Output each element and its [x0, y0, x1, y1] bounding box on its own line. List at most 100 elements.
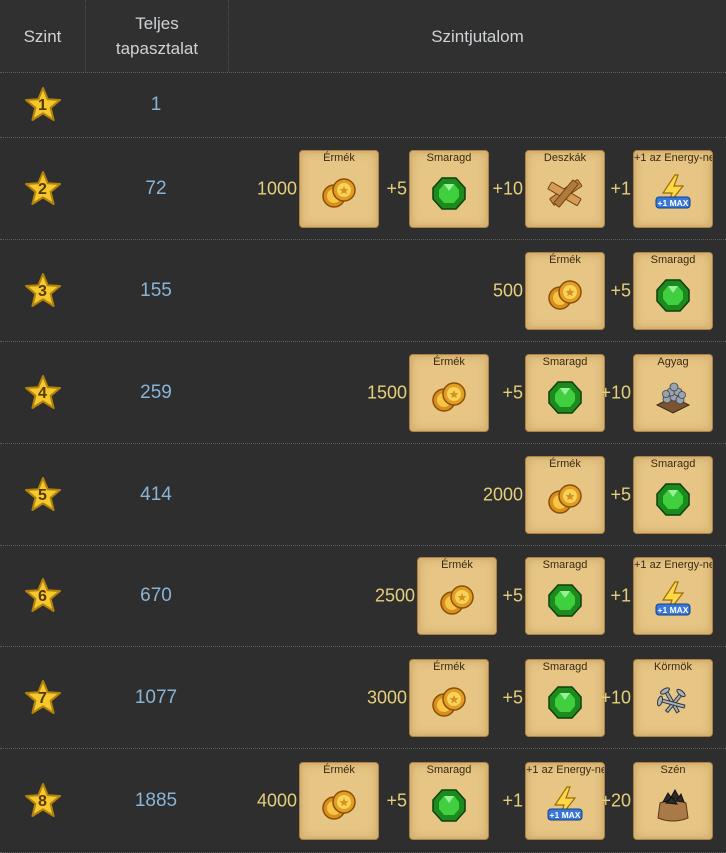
- total-xp-value: 1: [150, 94, 162, 115]
- reward-label: Smaragd: [426, 151, 472, 164]
- reward-amount: +20: [600, 790, 631, 810]
- reward-amount: +5: [610, 280, 631, 300]
- reward-cell: 3000 Érmék +5 Smaragd +10 Körmök: [227, 647, 726, 748]
- star-icon: 8: [24, 782, 62, 820]
- reward-label: Körmök: [654, 660, 692, 673]
- table-body: 1 1 2 72 1000 Érmék +5 Smaragd +10 Deszkák +1 +1 az…: [0, 73, 726, 853]
- star-icon: 2: [24, 170, 62, 208]
- reward-amount: +5: [386, 790, 407, 810]
- nails-icon: [653, 682, 693, 722]
- reward-cell: 1000 Érmék +5 Smaragd +10 Deszkák +1 +1 az Ener…: [227, 138, 726, 239]
- reward-label: Smaragd: [650, 253, 696, 266]
- total-xp-value: 259: [140, 381, 172, 403]
- reward-label: Deszkák: [543, 151, 587, 164]
- level-cell: 3: [0, 272, 85, 310]
- level-cell: 2: [0, 170, 85, 208]
- reward-label: Érmék: [549, 253, 581, 266]
- reward-card[interactable]: +1 az Energy-nek +1 MAX: [633, 557, 713, 635]
- level-cell: 4: [0, 374, 85, 412]
- reward-card[interactable]: Körmök: [633, 658, 713, 737]
- energy-max-icon: +1 MAX: [653, 580, 693, 620]
- level-rewards-table: Szint Teljes tapasztalat Szintjutalom 112…: [0, 0, 726, 853]
- table-row: 4 259 1500 Érmék +5 Smaragd +10 Agyag: [0, 342, 726, 444]
- reward-label: Érmék: [323, 151, 355, 164]
- reward-amount: 3000: [366, 687, 407, 707]
- reward-amount: 500: [492, 280, 523, 300]
- level-cell: 8: [0, 782, 85, 820]
- reward-amount: +1: [610, 585, 631, 606]
- reward-label: Érmék: [323, 763, 355, 776]
- star-icon: 6: [24, 577, 62, 615]
- total-xp-value: 72: [145, 177, 167, 199]
- reward-amount: +10: [600, 382, 631, 402]
- reward-cell: 4000 Érmék +5 Smaragd +1 +1 az Energy-nek +1 M…: [227, 749, 726, 852]
- level-number: 4: [38, 384, 47, 402]
- reward-amount: +1: [610, 178, 631, 198]
- reward-label: Smaragd: [426, 763, 472, 776]
- coal-sack-icon: [653, 785, 693, 825]
- total-xp-value: 155: [140, 279, 172, 301]
- reward-card[interactable]: Smaragd: [633, 455, 713, 534]
- reward-label: Érmék: [433, 660, 465, 673]
- reward-amount: +5: [502, 382, 523, 402]
- total-xp-value: 414: [140, 483, 172, 505]
- header-xp-line2: tapasztalat: [115, 39, 199, 58]
- header-xp-line1: Teljes: [135, 14, 179, 33]
- reward-card[interactable]: Agyag: [633, 353, 713, 432]
- header-level: Szint: [0, 0, 86, 72]
- level-cell: 6: [0, 577, 85, 615]
- reward-label: +1 az Energy-nek: [526, 763, 605, 776]
- star-icon: 7: [24, 679, 62, 717]
- svg-text:+1 MAX: +1 MAX: [550, 810, 581, 820]
- level-number: 8: [38, 792, 47, 810]
- reward-card[interactable]: Smaragd: [633, 251, 713, 330]
- reward-label: Smaragd: [542, 559, 588, 571]
- reward-cell: 2000 Érmék +5 Smaragd: [227, 444, 726, 545]
- reward-cell: 2500 Érmék +5 Smaragd +1 +1 az Energy-nek +1 M…: [227, 546, 726, 646]
- reward-card[interactable]: +1 az Energy-nek +1 MAX: [633, 149, 713, 228]
- reward-label: Szén: [660, 763, 686, 776]
- level-number: 6: [38, 588, 47, 605]
- table-row: 6 670 2500 Érmék +5 Smaragd +1 +1 az Energy-nek…: [0, 546, 726, 647]
- reward-label: Érmék: [433, 355, 465, 368]
- reward-label: Smaragd: [542, 660, 588, 673]
- reward-amount: 2500: [374, 585, 415, 606]
- reward-label: Érmék: [549, 457, 581, 470]
- emerald-icon: [653, 275, 693, 315]
- svg-text:+1 MAX: +1 MAX: [658, 605, 689, 615]
- table-header: Szint Teljes tapasztalat Szintjutalom: [0, 0, 726, 73]
- svg-text:+1 MAX: +1 MAX: [658, 198, 689, 208]
- reward-label: Érmék: [441, 559, 473, 571]
- level-number: 2: [38, 180, 47, 198]
- reward-cell: 1500 Érmék +5 Smaragd +10 Agyag: [227, 342, 726, 443]
- star-icon: 4: [24, 374, 62, 412]
- reward-cell: 500 Érmék +5 Smaragd: [227, 240, 726, 341]
- clay-icon: [653, 377, 693, 417]
- reward-amount: 4000: [256, 790, 297, 810]
- reward-amount: +10: [492, 178, 523, 198]
- table-row: 8 1885 4000 Érmék +5 Smaragd +1 +1 az Energy-ne…: [0, 749, 726, 853]
- table-row: 7 1077 3000 Érmék +5 Smaragd +10 Körmök: [0, 647, 726, 749]
- level-number: 3: [38, 282, 47, 300]
- reward-amount: 2000: [482, 484, 523, 504]
- reward-card[interactable]: Szén: [633, 761, 713, 840]
- table-row: 3 155 500 Érmék +5 Smaragd: [0, 240, 726, 342]
- star-icon: 3: [24, 272, 62, 310]
- reward-label: Agyag: [657, 355, 689, 368]
- level-cell: 7: [0, 679, 85, 717]
- reward-amount: 1500: [366, 382, 407, 402]
- reward-amount: 1000: [256, 178, 297, 198]
- total-xp-value: 1077: [134, 686, 178, 708]
- header-total-xp: Teljes tapasztalat: [86, 0, 229, 72]
- reward-label: Smaragd: [542, 355, 588, 368]
- total-xp-value: 670: [140, 585, 172, 606]
- reward-amount: +10: [600, 687, 631, 707]
- star-icon: 5: [24, 476, 62, 514]
- header-reward: Szintjutalom: [431, 26, 524, 46]
- reward-amount: +5: [502, 687, 523, 707]
- emerald-icon: [653, 479, 693, 519]
- table-row: 5 414 2000 Érmék +5 Smaragd: [0, 444, 726, 546]
- total-xp-value: 1885: [134, 789, 178, 811]
- reward-label: Smaragd: [650, 457, 696, 470]
- reward-cell: [227, 73, 726, 137]
